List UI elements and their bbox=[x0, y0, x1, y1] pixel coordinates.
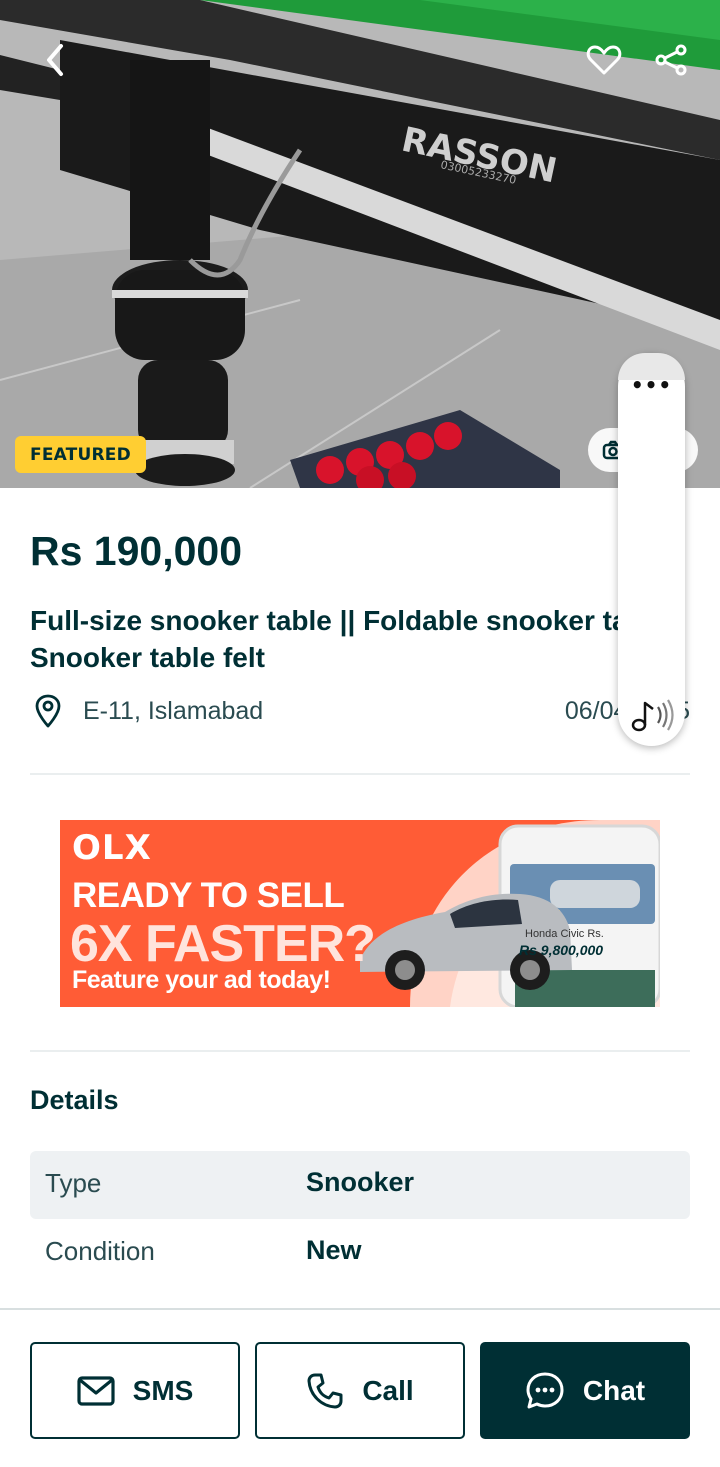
ad-title-text: Full-size snooker table || Foldable snoo… bbox=[30, 605, 670, 673]
location-text: E-11, Islamabad bbox=[83, 697, 264, 725]
heart-icon bbox=[586, 45, 622, 75]
detail-key: Condition bbox=[45, 1236, 155, 1266]
call-button[interactable]: Call bbox=[255, 1342, 465, 1439]
location-row: E-11, Islamabad 06/04/2025 bbox=[30, 692, 690, 732]
sms-label: SMS bbox=[132, 1374, 194, 1406]
ad-price: Rs 190,000 bbox=[30, 528, 243, 574]
banner-headline-2: 6X FASTER? bbox=[70, 915, 376, 973]
chat-label: Chat bbox=[582, 1374, 646, 1406]
details-heading: Details bbox=[30, 1085, 119, 1115]
chevron-left-icon bbox=[47, 44, 63, 76]
divider bbox=[30, 1050, 690, 1052]
detail-value: Snooker bbox=[306, 1167, 415, 1197]
envelope-icon bbox=[77, 1375, 115, 1406]
share-icon bbox=[655, 44, 687, 76]
location-pin-icon bbox=[35, 694, 61, 728]
sms-button[interactable]: SMS bbox=[30, 1342, 240, 1439]
chat-button[interactable]: Chat bbox=[480, 1342, 690, 1439]
ad-title: Full-size snooker table || Foldable snoo… bbox=[30, 602, 670, 676]
more-options-icon[interactable]: ••• bbox=[618, 375, 685, 395]
phone-price-label: Rs 9,800,000 bbox=[519, 942, 604, 958]
back-button[interactable] bbox=[30, 34, 82, 86]
call-label: Call bbox=[362, 1374, 414, 1406]
featured-badge: FEATURED bbox=[15, 436, 146, 473]
chat-bubble-icon bbox=[526, 1372, 564, 1408]
banner-headline-1: READY TO SELL bbox=[72, 876, 345, 915]
promo-banner[interactable]: OLX READY TO SELL 6X FASTER? Feature you… bbox=[60, 820, 660, 1007]
favorite-button[interactable] bbox=[578, 34, 630, 86]
phone-item-label: Honda Civic Rs. bbox=[525, 928, 604, 940]
detail-value: New bbox=[306, 1235, 362, 1265]
ad-image-gallery[interactable]: RASSON 03005233270 FEATURED bbox=[0, 0, 720, 488]
share-button[interactable] bbox=[645, 34, 697, 86]
banner-tagline: Feature your ad today! bbox=[72, 966, 331, 994]
floating-music-panel[interactable]: ••• bbox=[618, 353, 685, 746]
detail-row-type: Type Snooker bbox=[30, 1151, 690, 1219]
banner-car-illustration bbox=[360, 820, 660, 1007]
music-note-icon[interactable] bbox=[630, 697, 676, 733]
olx-logo: OLX bbox=[72, 828, 152, 868]
divider bbox=[30, 773, 690, 775]
contact-action-bar: SMS Call Chat bbox=[0, 1308, 720, 1467]
detail-row-condition: Condition New bbox=[30, 1219, 690, 1287]
detail-key: Type bbox=[45, 1168, 102, 1198]
phone-icon bbox=[307, 1373, 343, 1408]
